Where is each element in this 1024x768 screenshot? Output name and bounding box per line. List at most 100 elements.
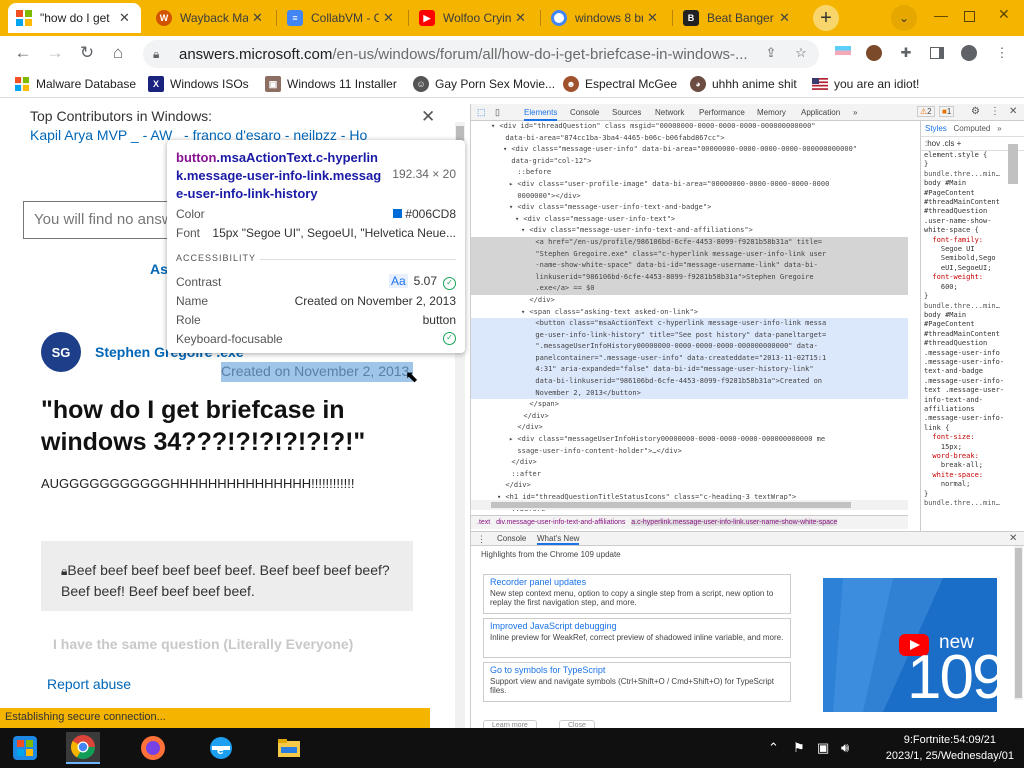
bookmark-gay-porn-sex-movie[interactable]: ☺ Gay Porn Sex Movie... xyxy=(413,75,555,93)
windows-start-icon[interactable] xyxy=(8,732,42,764)
address-bar[interactable]: 🔒︎ answers.microsoft.com/en-us/windows/f… xyxy=(143,40,819,68)
dom-node-line[interactable]: -name-show-white-space" data-bi-id="mess… xyxy=(471,260,908,272)
dom-node-line[interactable]: ▾ <div class="message-user-info-text"> xyxy=(471,214,908,226)
dom-node-line[interactable]: November 2, 2013</button> xyxy=(471,387,908,400)
tab-memory[interactable]: Memory xyxy=(757,108,786,117)
tab-how-do-i-get[interactable]: "how do I get ✕ xyxy=(8,3,141,33)
bookmark-windows-11-installer[interactable]: ▣ Windows 11 Installer xyxy=(265,75,397,93)
tab-styles-more[interactable]: » xyxy=(997,124,1001,133)
bookmark-you-are-an-idiot[interactable]: you are an idiot! xyxy=(812,75,919,93)
action-center-flag-icon[interactable]: ⚑ xyxy=(793,740,805,756)
card-recorder[interactable]: Recorder panel updates New step context … xyxy=(483,574,791,614)
drawer-menu-icon[interactable]: ⋮ xyxy=(477,534,486,545)
forward-arrow-icon[interactable]: → xyxy=(44,42,66,64)
profile-face-icon[interactable] xyxy=(865,44,883,62)
dom-node-line[interactable]: ▸ <div class="messageUserInfoHistory0000… xyxy=(471,434,908,446)
card-typescript[interactable]: Go to symbols for TypeScript Support vie… xyxy=(483,662,791,702)
bookmark-espectral-mcgee[interactable]: ☻ Espectral McGee xyxy=(563,75,677,93)
ask-link[interactable]: As xyxy=(150,261,168,277)
dom-node-line[interactable]: .exe</a> == $0 xyxy=(471,283,908,295)
dom-node-line[interactable]: <button class="msaActionText c-hyperlink… xyxy=(471,318,908,330)
network-icon[interactable]: ▣ xyxy=(817,740,829,756)
same-question-button[interactable]: I have the same question (Literally Ever… xyxy=(53,636,353,652)
tab-collabvm[interactable]: ≡ CollabVM - C ✕ xyxy=(279,3,405,33)
bookmark-malware-database[interactable]: Malware Database xyxy=(14,75,136,93)
breadcrumb-item[interactable]: a.c-hyperlink.message-user-info-link.use… xyxy=(631,519,838,526)
dom-node-line[interactable]: linkuserid="986106bd-6cfe-4453-8099-f928… xyxy=(471,271,908,284)
card-js-debugging[interactable]: Improved JavaScript debugging Inline pre… xyxy=(483,618,791,658)
dom-node-line[interactable]: ::after xyxy=(471,469,908,481)
chrome-icon[interactable] xyxy=(66,732,100,764)
close-tab-icon[interactable]: ✕ xyxy=(515,10,529,26)
side-panel-icon[interactable] xyxy=(928,44,946,62)
tab-more[interactable]: » xyxy=(853,108,857,117)
dom-node-line[interactable]: </div> xyxy=(471,457,908,469)
dom-node-line[interactable]: ▾ <span class="asking-text asked-on-link… xyxy=(471,307,908,319)
dom-node-line[interactable]: data-bi-area="874cc1ba-3ba4-4465-b06c-b0… xyxy=(471,133,908,145)
close-tab-icon[interactable]: ✕ xyxy=(252,10,266,26)
dom-node-line[interactable]: data-bi-linkuserid="986106bd-6cfe-4453-8… xyxy=(471,376,908,388)
close-icon[interactable]: ✕ xyxy=(421,107,435,127)
dom-node-line[interactable]: </div> xyxy=(471,422,908,434)
dom-node-line[interactable]: ".messageUserInfoHistory00000000-0000-00… xyxy=(471,341,908,353)
tab-sources[interactable]: Sources xyxy=(612,108,641,117)
volume-icon[interactable]: 🔊︎ xyxy=(841,740,849,756)
account-icon[interactable] xyxy=(960,44,978,62)
drawer-scrollbar[interactable] xyxy=(1014,546,1023,700)
extensions-puzzle-icon[interactable]: ✚ xyxy=(897,44,915,62)
ie-icon[interactable]: e xyxy=(204,732,238,764)
dom-node-line[interactable]: ▾ <div class="message-user-info" data-bi… xyxy=(471,144,908,156)
bookmark-windows-isos[interactable]: X Windows ISOs xyxy=(148,75,249,93)
dom-node-line[interactable]: <a href="/en-us/profile/986106bd-6cfe-44… xyxy=(471,236,908,249)
issues-badge[interactable]: ⚠2 xyxy=(917,106,935,117)
firefox-icon[interactable] xyxy=(136,732,170,764)
dom-node-line[interactable]: </div> xyxy=(471,295,908,307)
reload-icon[interactable]: ↻ xyxy=(76,42,98,64)
dom-node-line[interactable]: ▾ <div class="message-user-info-text-and… xyxy=(471,202,908,214)
dom-node-line[interactable]: ▾ <div id="threadQuestion" class msgid="… xyxy=(471,121,908,133)
tab-elements[interactable]: Elements xyxy=(524,108,558,121)
chevron-up-icon[interactable]: ⌃ xyxy=(768,740,779,756)
scrollbar-thumb[interactable] xyxy=(491,502,851,508)
dom-node-line[interactable]: "Stephen Gregoire.exe" class="c-hyperlin… xyxy=(471,248,908,261)
maximize-button[interactable] xyxy=(964,11,975,22)
breadcrumb-item[interactable]: div.message-user-info-text-and-affiliati… xyxy=(496,519,625,526)
tab-performance[interactable]: Performance xyxy=(699,108,745,117)
dom-node-line[interactable]: ge-user-info-link-history" title="See po… xyxy=(471,329,908,342)
created-date-button[interactable]: Created on November 2, 2013 xyxy=(221,362,413,382)
clock[interactable]: 9:Fortnite:54:09/21 2023/1, 25/Wednesday… xyxy=(886,732,1014,764)
minimize-button[interactable]: — xyxy=(934,7,948,23)
gear-icon[interactable]: ⚙ xyxy=(971,106,980,117)
home-icon[interactable]: ⌂ xyxy=(107,42,129,64)
dom-node-line[interactable]: 0000000"></div> xyxy=(471,191,908,203)
inspect-icon[interactable]: ⬚ xyxy=(477,107,486,118)
star-icon[interactable]: ☆ xyxy=(792,44,810,62)
dom-node-line[interactable]: ::before xyxy=(471,167,908,179)
dom-node-line[interactable]: ▾ <div class="message-user-info-text-and… xyxy=(471,225,908,237)
file-explorer-icon[interactable] xyxy=(272,732,306,764)
close-devtools-icon[interactable]: ✕ xyxy=(1009,106,1017,117)
report-abuse-link[interactable]: Report abuse xyxy=(47,676,131,692)
tab-styles[interactable]: Styles xyxy=(925,124,947,133)
device-toolbar-icon[interactable]: ▯ xyxy=(495,107,500,118)
tab-computed[interactable]: Computed xyxy=(953,124,990,133)
tab-wolfoo[interactable]: ▶ Wolfoo Cryin ✕ xyxy=(411,3,537,33)
close-window-button[interactable]: ✕ xyxy=(998,6,1010,23)
flag-extension-icon[interactable] xyxy=(834,44,852,62)
menu-icon[interactable]: ⋮ xyxy=(993,44,1011,62)
tab-application[interactable]: Application xyxy=(801,108,840,117)
elements-hscroll[interactable] xyxy=(471,500,908,510)
dom-node-line[interactable]: panelcontainer=".message-user-info" data… xyxy=(471,352,908,365)
dom-node-line[interactable]: data-grid="col-12"> xyxy=(471,156,908,168)
tab-network[interactable]: Network xyxy=(655,108,684,117)
chevron-down-icon[interactable]: ⌄ xyxy=(891,5,917,31)
dom-node-line[interactable]: </div> xyxy=(471,411,908,423)
elements-tree[interactable]: ▾ <div id="threadQuestion" class msgid="… xyxy=(471,121,908,516)
dom-node-line[interactable]: 4:31" aria-expanded="false" data-bi-id="… xyxy=(471,364,908,377)
tab-beat-banger[interactable]: B Beat Banger ✕ xyxy=(675,3,801,33)
tab-windows-8[interactable]: windows 8 br ✕ xyxy=(543,3,669,33)
dom-node-line[interactable]: </span> xyxy=(471,399,908,411)
more-vert-icon[interactable]: ⋮ xyxy=(990,106,1000,117)
dom-node-line[interactable]: ▸ <div class="user-profile-image" data-b… xyxy=(471,179,908,191)
drawer-tab-console[interactable]: Console xyxy=(497,534,526,543)
